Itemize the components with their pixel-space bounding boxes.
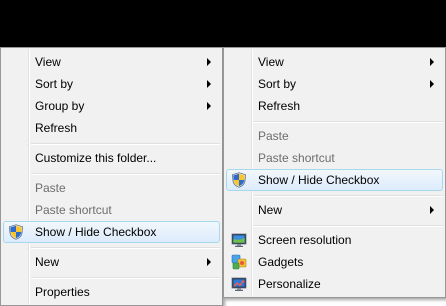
menu-item-label: Properties [35,285,90,299]
menu-separator [31,173,220,175]
menu-item-label: Paste shortcut [35,203,112,217]
menu-item-label: Sort by [258,77,297,91]
menu-item-label: Refresh [35,121,78,135]
menu-item-label: Refresh [258,99,301,113]
submenu-arrow-icon [207,102,211,110]
menu-item-group-by[interactable]: Group by [3,95,220,117]
gadgets-icon [231,254,247,270]
menu-item-paste-shortcut[interactable]: Paste shortcut [3,199,220,221]
menu-item-customize-folder[interactable]: Customize this folder... [3,147,220,169]
shield-icon [232,172,246,188]
submenu-arrow-icon [430,206,434,214]
menu-item-paste[interactable]: Paste [3,177,220,199]
menu-item-new[interactable]: New [226,199,443,221]
menu-separator [31,143,220,145]
menu-item-refresh[interactable]: Refresh [226,95,443,117]
menu-item-label: Sort by [35,77,74,91]
menu-separator [31,277,220,279]
menu-item-label: Paste [258,129,289,143]
submenu-arrow-icon [207,258,211,266]
menu-item-gadgets[interactable]: Gadgets [226,251,443,273]
folder-context-menu: View Sort by Group by Refresh Customize … [0,47,223,306]
menu-item-show-hide-checkbox[interactable]: Show / Hide Checkbox [3,221,220,243]
menu-item-view[interactable]: View [226,51,443,73]
shield-icon [9,224,23,240]
menu-item-label: New [258,203,283,217]
menu-item-personalize[interactable]: Personalize [226,273,443,295]
menu-item-label: View [258,55,284,69]
menu-item-label: Show / Hide Checkbox [258,173,380,187]
menu-item-label: Group by [35,99,85,113]
submenu-arrow-icon [430,80,434,88]
menu-item-label: View [35,55,61,69]
submenu-arrow-icon [207,58,211,66]
menu-item-sort-by[interactable]: Sort by [226,73,443,95]
desktop-top-strip [0,0,446,47]
menu-item-label: Gadgets [258,255,304,269]
menu-separator [254,121,443,123]
menu-item-screen-resolution[interactable]: Screen resolution [226,229,443,251]
menu-item-refresh[interactable]: Refresh [3,117,220,139]
menu-separator [31,247,220,249]
menu-item-label: Personalize [258,277,321,291]
menu-separator [254,195,443,197]
menu-item-new[interactable]: New [3,251,220,273]
desktop-context-menu: View Sort by Refresh Paste Paste shortcu… [223,47,446,298]
submenu-arrow-icon [207,80,211,88]
menu-item-sort-by[interactable]: Sort by [3,73,220,95]
submenu-arrow-icon [430,58,434,66]
menu-item-label: Show / Hide Checkbox [35,225,157,239]
menu-item-paste[interactable]: Paste [226,125,443,147]
menu-item-view[interactable]: View [3,51,220,73]
menu-item-label: Screen resolution [258,233,352,247]
monitor-icon [231,233,247,247]
menu-item-label: Paste shortcut [258,151,335,165]
menu-item-label: Customize this folder... [35,151,157,165]
menu-item-label: New [35,255,60,269]
personalize-icon [231,277,247,291]
menu-item-show-hide-checkbox[interactable]: Show / Hide Checkbox [226,169,443,191]
menu-item-properties[interactable]: Properties [3,281,220,303]
menu-item-paste-shortcut[interactable]: Paste shortcut [226,147,443,169]
menu-item-label: Paste [35,181,66,195]
menu-separator [254,225,443,227]
